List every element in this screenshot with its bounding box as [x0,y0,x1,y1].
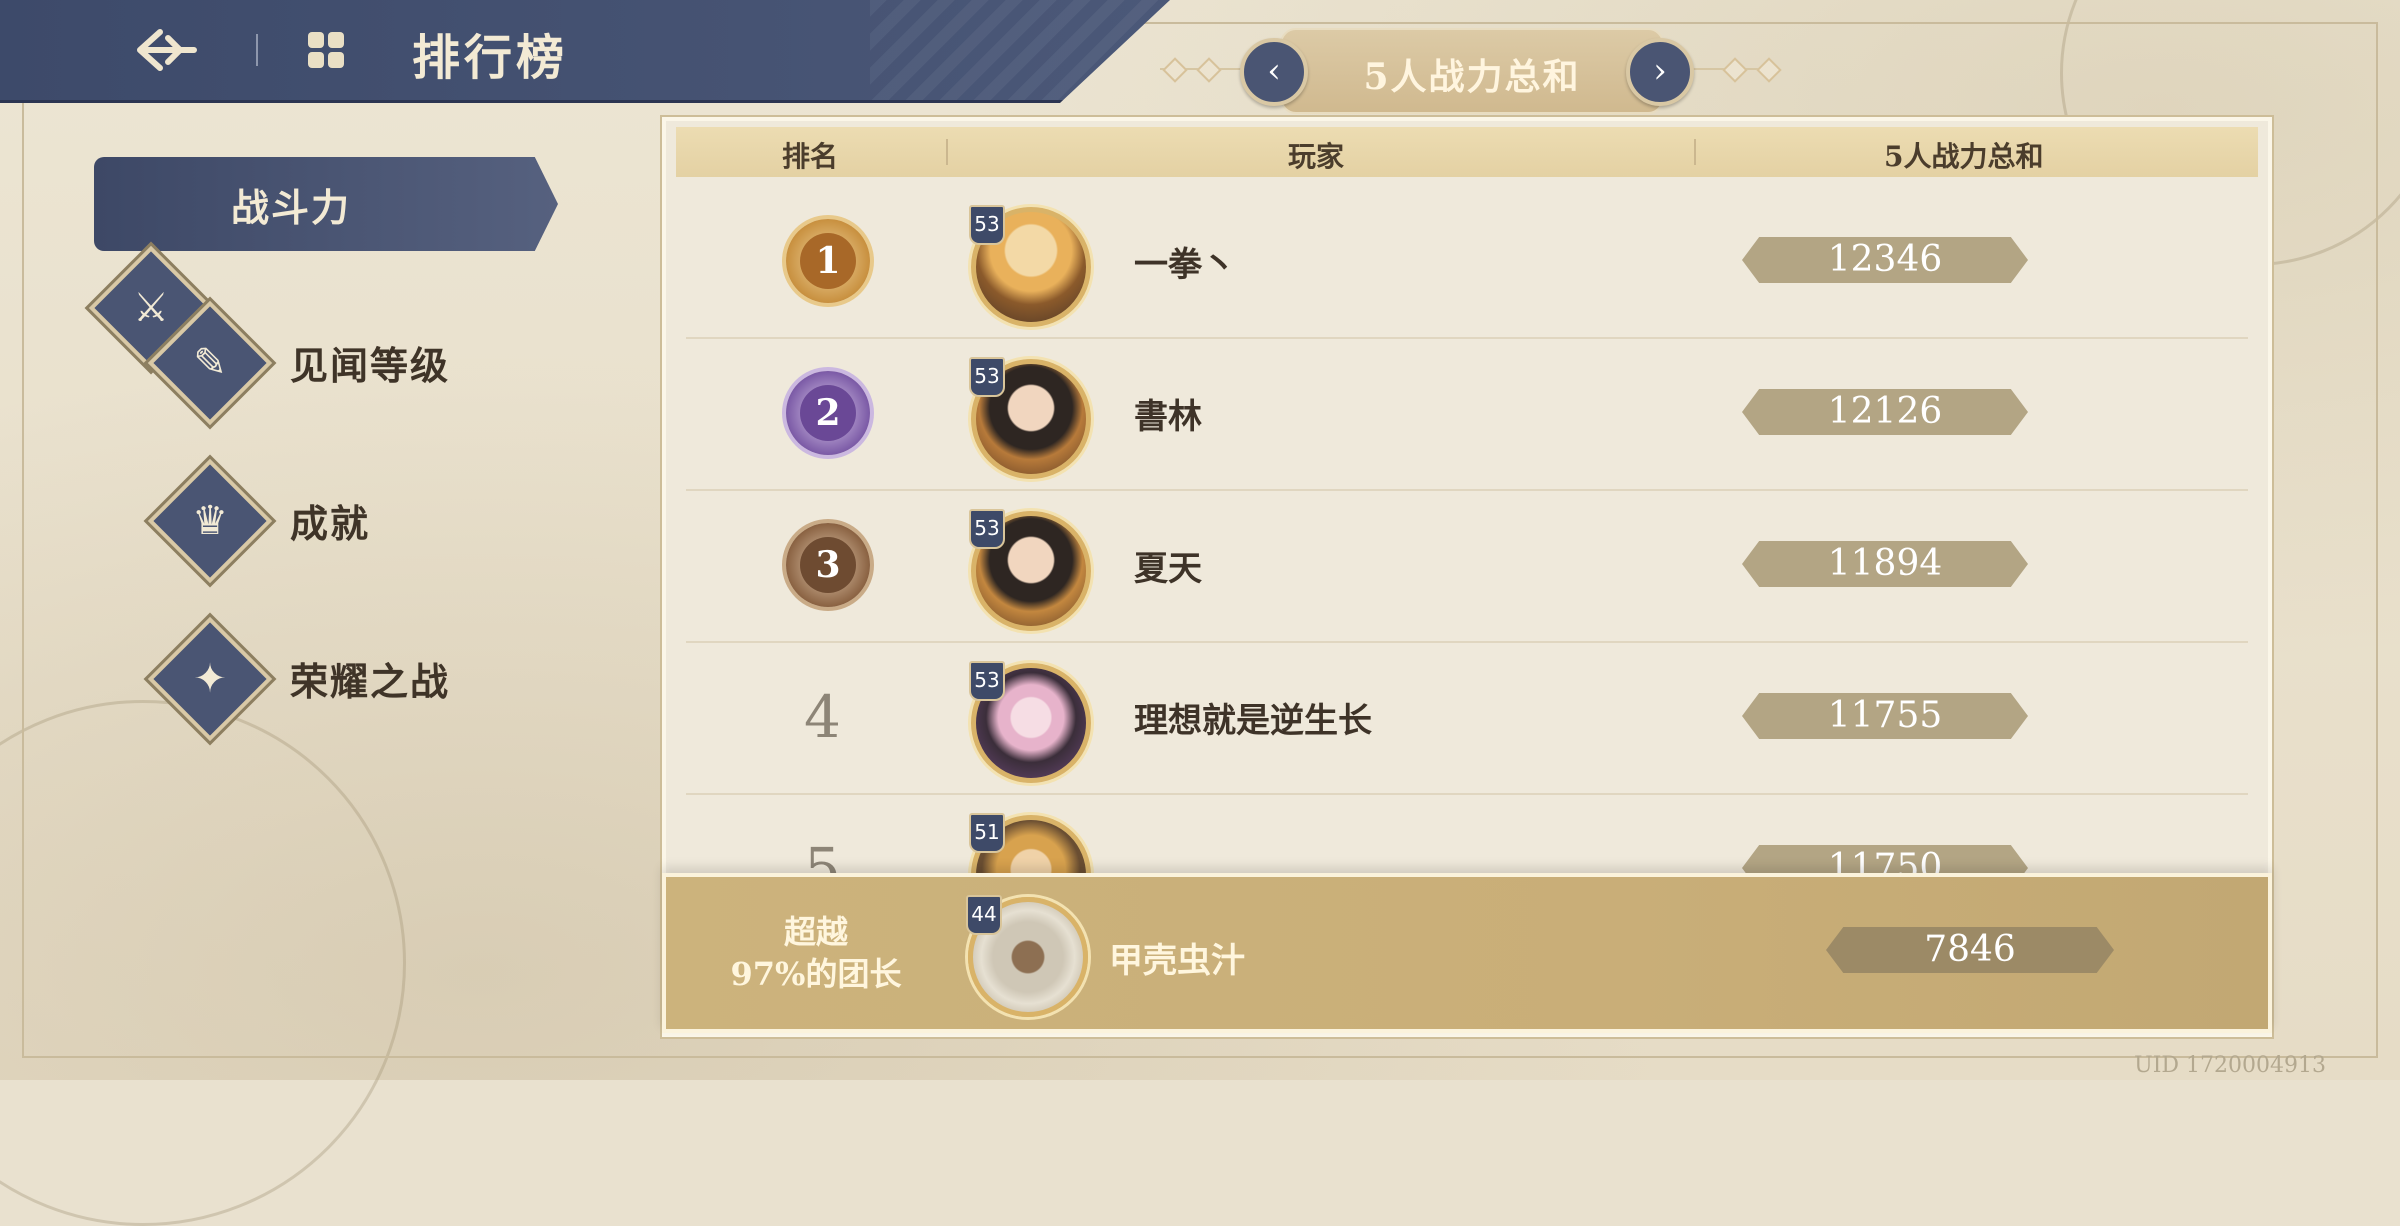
score-value: 12126 [1742,389,2028,435]
diamond-decoration [1722,57,1748,83]
category-label: 5人战力总和 [1363,56,1581,98]
diamond-decoration [1196,57,1222,83]
back-arrow-icon[interactable] [132,22,202,78]
header-divider [256,34,258,66]
sidebar-item-glory-battle[interactable]: ✦ 荣耀之战 [147,616,550,742]
trophy-icon: ♛ [147,458,273,584]
rank-number: 4 [804,683,841,751]
sidebar-item-knowledge-level[interactable]: ✎ 见闻等级 [147,300,550,426]
column-header-score: 5人战力总和 [1884,140,2044,173]
clover-icon[interactable] [306,30,346,70]
scroll-quill-icon: ✎ [147,300,273,426]
player-name: 夏天 [1134,549,1202,589]
sidebar: 战斗力 ⚔ ✎ 见闻等级 ♛ 成就 ✦ 荣耀之战 [0,100,600,1080]
table-row[interactable]: 2 53 書林 12126 [686,337,2248,491]
score-value: 11894 [1742,541,2028,587]
page-title: 排行榜 [412,30,569,86]
category-selector: 5人战力总和 ‹ › [1160,28,1782,114]
score-value: 7846 [1826,927,2114,973]
sidebar-item-label: 见闻等级 [290,343,451,388]
category-label-box: 5人战力总和 [1280,28,1664,114]
table-row[interactable]: 3 53 夏天 11894 [686,489,2248,643]
level-badge: 53 [969,661,1005,701]
player-name: 理想就是逆生长 [1134,701,1372,741]
level-badge: 51 [969,813,1005,853]
diamond-decoration [1162,57,1188,83]
sidebar-item-label: 战斗力 [231,185,352,230]
sidebar-item-achievements[interactable]: ♛ 成就 [147,458,550,584]
player-name: 書林 [1134,397,1202,437]
level-badge: 44 [966,895,1002,935]
level-badge: 53 [969,205,1005,245]
column-header-player: 玩家 [1288,140,1345,173]
table-row[interactable]: 4 53 理想就是逆生长 11755 [686,641,2248,795]
diamond-decoration [1756,57,1782,83]
sidebar-item-combat-power[interactable]: 战斗力 [94,157,558,251]
my-rank-row[interactable]: 超越 97%的团长 44 甲壳虫汁 7846 [662,873,2272,1033]
sidebar-item-label: 成就 [290,501,371,546]
chevron-left-icon: ‹ [1267,51,1281,91]
table-row[interactable]: 1 53 一拳丶 12346 [686,185,2248,339]
score-value: 12346 [1742,237,2028,283]
sidebar-item-label: 荣耀之战 [290,659,451,704]
prev-category-button[interactable]: ‹ [1240,38,1308,106]
player-name: 一拳丶 [1134,245,1236,285]
winged-swords-icon: ✦ [147,616,273,742]
column-header-rank: 排名 [782,140,839,173]
purple-medal-icon: 2 [786,371,870,455]
table-header: 排名 玩家 5人战力总和 [676,127,2258,177]
uid-label: UID 1720004913 [2134,1053,2326,1078]
player-name: 甲壳虫汁 [1109,941,1245,981]
percentile-text: 超越 97%的团长 [730,913,902,993]
score-value: 11755 [1742,693,2028,739]
level-badge: 53 [969,509,1005,549]
gold-medal-icon: 1 [786,219,870,303]
next-category-button[interactable]: › [1626,38,1694,106]
bronze-medal-icon: 3 [786,523,870,607]
level-badge: 53 [969,357,1005,397]
chevron-right-icon: › [1653,51,1667,91]
